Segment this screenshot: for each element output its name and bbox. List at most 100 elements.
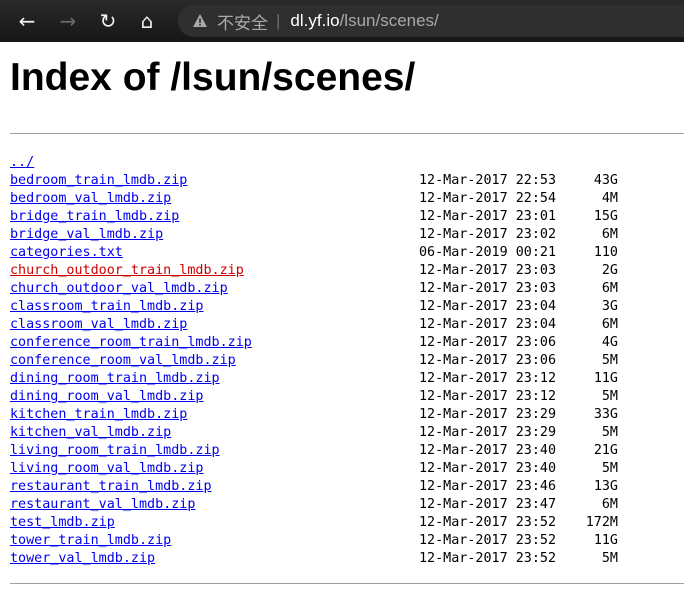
file-size: 3G: [601, 299, 618, 314]
file-row: tower_train_lmdb.zip 12-Mar-2017 23:52 11G: [10, 532, 650, 550]
file-row: church_outdoor_val_lmdb.zip 12-Mar-2017 2…: [10, 280, 650, 298]
file-date: 12-Mar-2017 23:06: [419, 335, 557, 350]
file-date: 12-Mar-2017 23:12: [419, 389, 557, 404]
address-bar[interactable]: 不安全 | dl.yf.io/lsun/scenes/: [178, 5, 684, 37]
reload-icon[interactable]: ↻: [95, 8, 121, 34]
file-link[interactable]: conference_room_val_lmdb.zip: [10, 353, 236, 368]
file-date: 06-Mar-2019 00:21: [419, 245, 557, 260]
file-row: restaurant_train_lmdb.zip 12-Mar-2017 23:…: [10, 478, 650, 496]
file-row: conference_room_train_lmdb.zip 12-Mar-201…: [10, 334, 650, 352]
file-size: 4G: [601, 335, 618, 350]
file-link[interactable]: tower_train_lmdb.zip: [10, 533, 171, 548]
file-size: 21G: [593, 443, 618, 458]
file-date: 12-Mar-2017 22:53: [419, 173, 557, 188]
file-rows: bedroom_train_lmdb.zip 12-Mar-2017 22:53 4…: [10, 172, 650, 568]
file-row: dining_room_val_lmdb.zip 12-Mar-2017 23:1…: [10, 388, 650, 406]
file-row: categories.txt 06-Mar-2019 00:21 110: [10, 244, 650, 262]
file-link[interactable]: bedroom_train_lmdb.zip: [10, 173, 187, 188]
file-date: 12-Mar-2017 23:47: [419, 497, 557, 512]
file-date: 12-Mar-2017 23:04: [419, 317, 557, 332]
file-size: 5M: [601, 353, 618, 368]
file-row: tower_val_lmdb.zip 12-Mar-2017 23:52 5M: [10, 550, 650, 568]
page-title: Index of /lsun/scenes/: [10, 56, 416, 99]
file-date: 12-Mar-2017 23:06: [419, 353, 557, 368]
parent-row: ../: [10, 154, 650, 172]
file-size: 11G: [593, 533, 618, 548]
file-date: 12-Mar-2017 22:54: [419, 191, 557, 206]
file-link[interactable]: living_room_train_lmdb.zip: [10, 443, 220, 458]
bottom-divider: [10, 583, 684, 584]
file-size: 6M: [601, 227, 618, 242]
file-size: 172M: [585, 515, 618, 530]
file-link[interactable]: bridge_train_lmdb.zip: [10, 209, 179, 224]
file-link[interactable]: bedroom_val_lmdb.zip: [10, 191, 171, 206]
file-size: 2G: [601, 263, 618, 278]
file-row: kitchen_train_lmdb.zip 12-Mar-2017 23:29 3…: [10, 406, 650, 424]
file-link[interactable]: bridge_val_lmdb.zip: [10, 227, 163, 242]
forward-arrow-icon[interactable]: →: [55, 8, 81, 34]
file-size: 6M: [601, 281, 618, 296]
warning-triangle-icon[interactable]: [192, 13, 208, 29]
file-link[interactable]: dining_room_train_lmdb.zip: [10, 371, 220, 386]
back-arrow-icon[interactable]: ←: [14, 8, 40, 34]
file-size: 5M: [601, 425, 618, 440]
file-row: kitchen_val_lmdb.zip 12-Mar-2017 23:29 5M: [10, 424, 650, 442]
security-status[interactable]: 不安全: [217, 9, 268, 34]
file-size: 5M: [601, 551, 618, 566]
home-icon[interactable]: ⌂: [134, 8, 160, 34]
file-row: classroom_train_lmdb.zip 12-Mar-2017 23:0…: [10, 298, 650, 316]
file-size: 11G: [593, 371, 618, 386]
file-link[interactable]: classroom_train_lmdb.zip: [10, 299, 203, 314]
parent-directory-link[interactable]: ../: [10, 155, 34, 170]
file-date: 12-Mar-2017 23:52: [419, 515, 557, 530]
file-link[interactable]: dining_room_val_lmdb.zip: [10, 389, 203, 404]
file-row: bedroom_val_lmdb.zip 12-Mar-2017 22:54 4M: [10, 190, 650, 208]
file-link[interactable]: restaurant_train_lmdb.zip: [10, 479, 212, 494]
file-date: 12-Mar-2017 23:29: [419, 407, 557, 422]
file-date: 12-Mar-2017 23:40: [419, 443, 557, 458]
url-path[interactable]: /lsun/scenes/: [340, 11, 439, 31]
file-date: 12-Mar-2017 23:40: [419, 461, 557, 476]
file-link[interactable]: conference_room_train_lmdb.zip: [10, 335, 252, 350]
file-row: test_lmdb.zip 12-Mar-2017 23:52 172M: [10, 514, 650, 532]
file-date: 12-Mar-2017 23:52: [419, 533, 557, 548]
file-date: 12-Mar-2017 23:04: [419, 299, 557, 314]
url-separator: |: [276, 11, 281, 30]
file-link[interactable]: church_outdoor_train_lmdb.zip: [10, 263, 244, 278]
file-row: bridge_val_lmdb.zip 12-Mar-2017 23:02 6M: [10, 226, 650, 244]
file-link[interactable]: living_room_val_lmdb.zip: [10, 461, 203, 476]
file-date: 12-Mar-2017 23:03: [419, 263, 557, 278]
file-row: conference_room_val_lmdb.zip 12-Mar-2017 …: [10, 352, 650, 370]
file-row: dining_room_train_lmdb.zip 12-Mar-2017 23…: [10, 370, 650, 388]
file-date: 12-Mar-2017 23:03: [419, 281, 557, 296]
browser-toolbar: ← → ↻ ⌂ 不安全 | dl.yf.io/lsun/scenes/: [0, 0, 684, 42]
file-link[interactable]: restaurant_val_lmdb.zip: [10, 497, 195, 512]
file-size: 13G: [593, 479, 618, 494]
file-size: 33G: [593, 407, 618, 422]
file-size: 15G: [593, 209, 618, 224]
file-link[interactable]: classroom_val_lmdb.zip: [10, 317, 187, 332]
file-date: 12-Mar-2017 23:29: [419, 425, 557, 440]
file-link[interactable]: kitchen_val_lmdb.zip: [10, 425, 171, 440]
file-size: 110: [593, 245, 618, 260]
file-link[interactable]: test_lmdb.zip: [10, 515, 115, 530]
file-size: 6M: [601, 317, 618, 332]
file-size: 5M: [601, 461, 618, 476]
file-size: 5M: [601, 389, 618, 404]
file-row: living_room_val_lmdb.zip 12-Mar-2017 23:4…: [10, 460, 650, 478]
file-date: 12-Mar-2017 23:02: [419, 227, 557, 242]
top-divider: [10, 133, 684, 134]
url-host[interactable]: dl.yf.io: [290, 11, 339, 31]
file-link[interactable]: church_outdoor_val_lmdb.zip: [10, 281, 228, 296]
file-row: classroom_val_lmdb.zip 12-Mar-2017 23:04 6…: [10, 316, 650, 334]
file-size: 6M: [601, 497, 618, 512]
file-link[interactable]: tower_val_lmdb.zip: [10, 551, 155, 566]
file-date: 12-Mar-2017 23:12: [419, 371, 557, 386]
file-link[interactable]: categories.txt: [10, 245, 123, 260]
file-date: 12-Mar-2017 23:01: [419, 209, 557, 224]
file-link[interactable]: kitchen_train_lmdb.zip: [10, 407, 187, 422]
file-size: 4M: [601, 191, 618, 206]
file-row: restaurant_val_lmdb.zip 12-Mar-2017 23:47…: [10, 496, 650, 514]
file-date: 12-Mar-2017 23:52: [419, 551, 557, 566]
file-date: 12-Mar-2017 23:46: [419, 479, 557, 494]
